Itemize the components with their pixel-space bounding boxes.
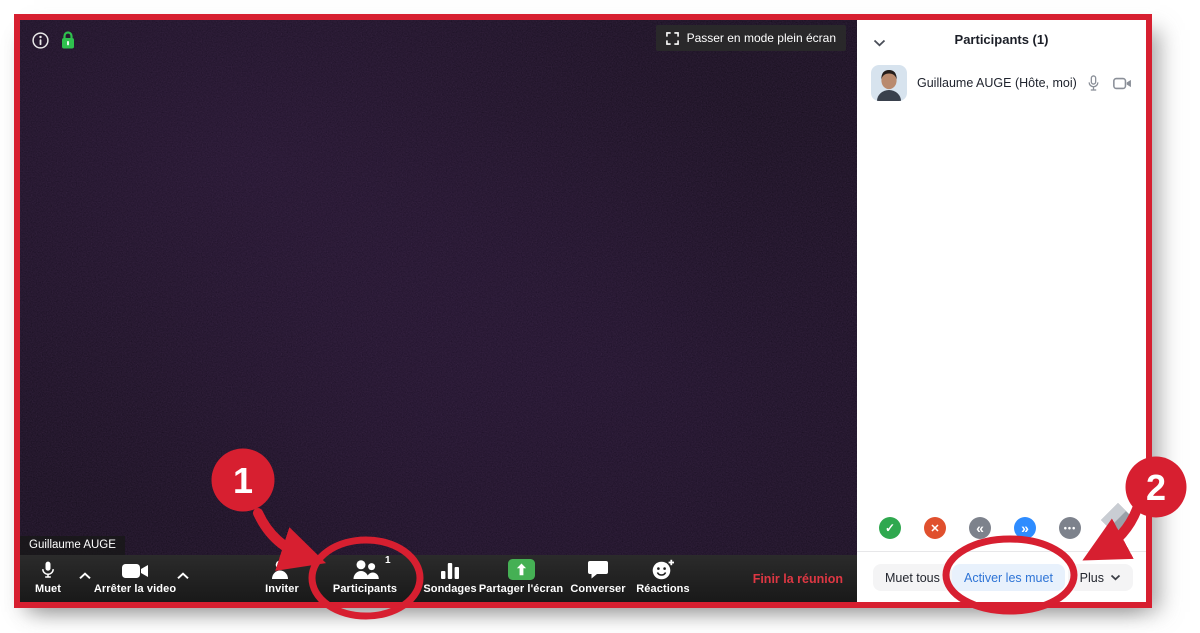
reactions-button[interactable]: Réactions [623, 559, 703, 595]
feedback-yes-icon[interactable]: ✓ [879, 517, 901, 539]
participants-count-badge: 1 [385, 555, 391, 566]
meeting-toolbar: Muet Arrêter la video Inviter [20, 555, 857, 602]
share-screen-icon [508, 559, 535, 580]
participant-name: Guillaume AUGE (Hôte, moi) [917, 76, 1077, 90]
participant-row[interactable]: Guillaume AUGE (Hôte, moi) [857, 60, 1146, 106]
fullscreen-icon [666, 32, 679, 45]
video-camera-icon [122, 559, 149, 580]
video-options-chevron-up[interactable] [176, 567, 190, 585]
feedback-no-icon[interactable]: ✕ [924, 517, 946, 539]
stop-video-button[interactable]: Arrêter la video [86, 559, 184, 595]
microphone-icon [38, 559, 58, 580]
participants-button[interactable]: 1 Participants [325, 559, 405, 595]
participants-icon: 1 [352, 559, 379, 580]
participant-mic-icon[interactable] [1087, 75, 1100, 92]
video-area: Passer en mode plein écran Guillaume AUG… [20, 20, 857, 602]
participant-avatar [871, 65, 907, 101]
more-button[interactable]: Plus [1068, 564, 1133, 591]
invite-button[interactable]: Inviter [242, 559, 322, 595]
chat-bubble-icon [587, 559, 609, 580]
share-screen-button[interactable]: Partager l'écran [472, 559, 570, 595]
nonverbal-feedback-row: ✓ ✕ « » ••• [857, 517, 1146, 540]
chevron-down-icon [1110, 574, 1121, 581]
more-button-label: Plus [1080, 571, 1104, 585]
mute-all-button[interactable]: Muet tous [873, 564, 952, 591]
mute-button[interactable]: Muet [22, 559, 74, 595]
info-icon[interactable] [32, 32, 49, 49]
screenshot-frame: Passer en mode plein écran Guillaume AUG… [14, 14, 1152, 608]
participants-panel: Participants (1) Guillaume AUGE (Hôte, m… [857, 20, 1146, 602]
encryption-lock-icon[interactable] [60, 30, 76, 50]
smiley-plus-icon [651, 559, 675, 580]
feedback-faster-icon[interactable]: » [1014, 517, 1036, 539]
fullscreen-button[interactable]: Passer en mode plein écran [656, 25, 846, 51]
bar-chart-icon [440, 559, 460, 580]
feedback-slower-icon[interactable]: « [969, 517, 991, 539]
feedback-more-icon[interactable]: ••• [1059, 517, 1081, 539]
self-name-tag: Guillaume AUGE [20, 536, 125, 555]
end-meeting-button[interactable]: Finir la réunion [753, 555, 843, 602]
unmute-all-button[interactable]: Activer les muet [952, 564, 1065, 591]
panel-footer: Muet tous Activer les muet Plus [857, 551, 1146, 602]
invite-person-icon [270, 559, 295, 580]
participant-camera-icon[interactable] [1113, 77, 1132, 90]
fullscreen-label: Passer en mode plein écran [687, 31, 836, 45]
panel-title: Participants (1) [857, 32, 1146, 47]
video-noise-texture [20, 20, 857, 602]
